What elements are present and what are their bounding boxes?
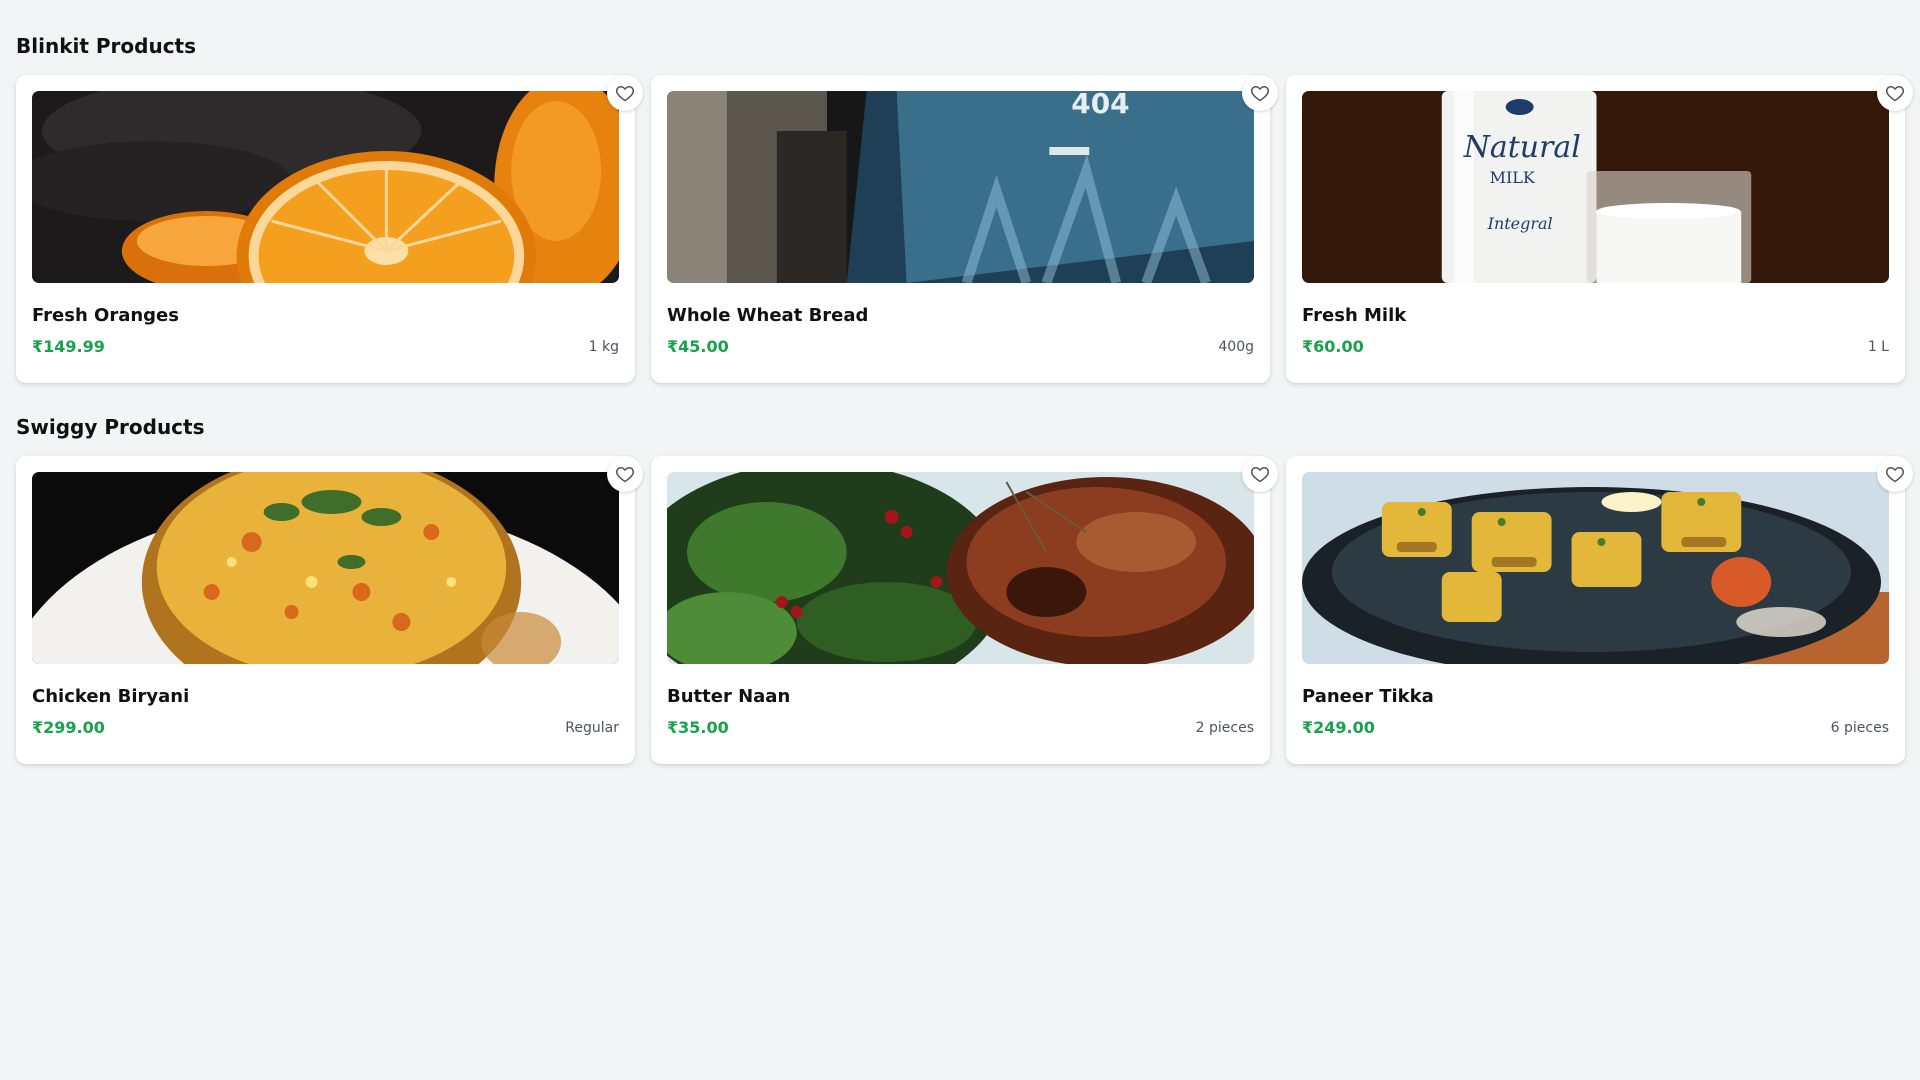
- product-card[interactable]: 404 Whole Wheat Bread ₹45.00 400g: [651, 75, 1278, 383]
- image-natural-text: Natural: [1463, 130, 1581, 165]
- page: Blinkit Products Fresh Oranges ₹149.99 1…: [0, 0, 1920, 764]
- product-image-laptop: 404: [667, 91, 1254, 283]
- product-price: ₹149.99: [32, 337, 105, 356]
- product-price: ₹60.00: [1302, 337, 1364, 356]
- section-title-blinkit: Blinkit Products: [16, 34, 197, 58]
- product-name: Fresh Oranges: [32, 305, 179, 326]
- product-image-oranges: [32, 91, 619, 283]
- product-card[interactable]: Natural MILK Integral Fresh Milk ₹60.00 …: [1286, 75, 1913, 383]
- product-card[interactable]: Fresh Oranges ₹149.99 1 kg: [16, 75, 643, 383]
- product-quantity: 1 kg: [588, 338, 619, 355]
- product-quantity: 2 pieces: [1195, 719, 1254, 736]
- favorite-button[interactable]: [1242, 75, 1278, 111]
- heart-outline-icon: [615, 466, 635, 483]
- product-quantity: 400g: [1218, 338, 1254, 355]
- favorite-button[interactable]: [1877, 456, 1913, 492]
- product-quantity: 6 pieces: [1830, 719, 1889, 736]
- product-price: ₹35.00: [667, 718, 729, 737]
- favorite-button[interactable]: [607, 456, 643, 492]
- heart-outline-icon: [1250, 466, 1270, 483]
- product-card[interactable]: Butter Naan ₹35.00 2 pieces: [651, 456, 1278, 764]
- image-404-text: 404: [1071, 91, 1129, 120]
- product-name: Chicken Biryani: [32, 686, 190, 707]
- product-name: Paneer Tikka: [1302, 686, 1434, 707]
- product-image-milk: Natural MILK Integral: [1302, 91, 1889, 283]
- product-card[interactable]: Paneer Tikka ₹249.00 6 pieces: [1286, 456, 1913, 764]
- favorite-button[interactable]: [1877, 75, 1913, 111]
- product-grid-swiggy: Chicken Biryani ₹299.00 Regular Butter N…: [16, 456, 1913, 764]
- product-price: ₹299.00: [32, 718, 105, 737]
- product-price: ₹249.00: [1302, 718, 1375, 737]
- product-name: Fresh Milk: [1302, 305, 1407, 326]
- product-image-paneer: [1302, 472, 1889, 664]
- heart-outline-icon: [615, 85, 635, 102]
- product-price: ₹45.00: [667, 337, 729, 356]
- product-name: Butter Naan: [667, 686, 791, 707]
- favorite-button[interactable]: [607, 75, 643, 111]
- product-name: Whole Wheat Bread: [667, 305, 869, 326]
- heart-outline-icon: [1250, 85, 1270, 102]
- product-quantity: 1 L: [1867, 338, 1889, 355]
- product-image-naan: [667, 472, 1254, 664]
- product-image-biryani: [32, 472, 619, 664]
- image-integral-text: Integral: [1487, 214, 1553, 233]
- heart-outline-icon: [1885, 466, 1905, 483]
- product-card[interactable]: Chicken Biryani ₹299.00 Regular: [16, 456, 643, 764]
- product-grid-blinkit: Fresh Oranges ₹149.99 1 kg 404 Whole Whe…: [16, 75, 1913, 383]
- section-title-swiggy: Swiggy Products: [16, 415, 205, 439]
- favorite-button[interactable]: [1242, 456, 1278, 492]
- image-milk-text: MILK: [1490, 168, 1536, 187]
- heart-outline-icon: [1885, 85, 1905, 102]
- product-quantity: Regular: [565, 719, 619, 736]
